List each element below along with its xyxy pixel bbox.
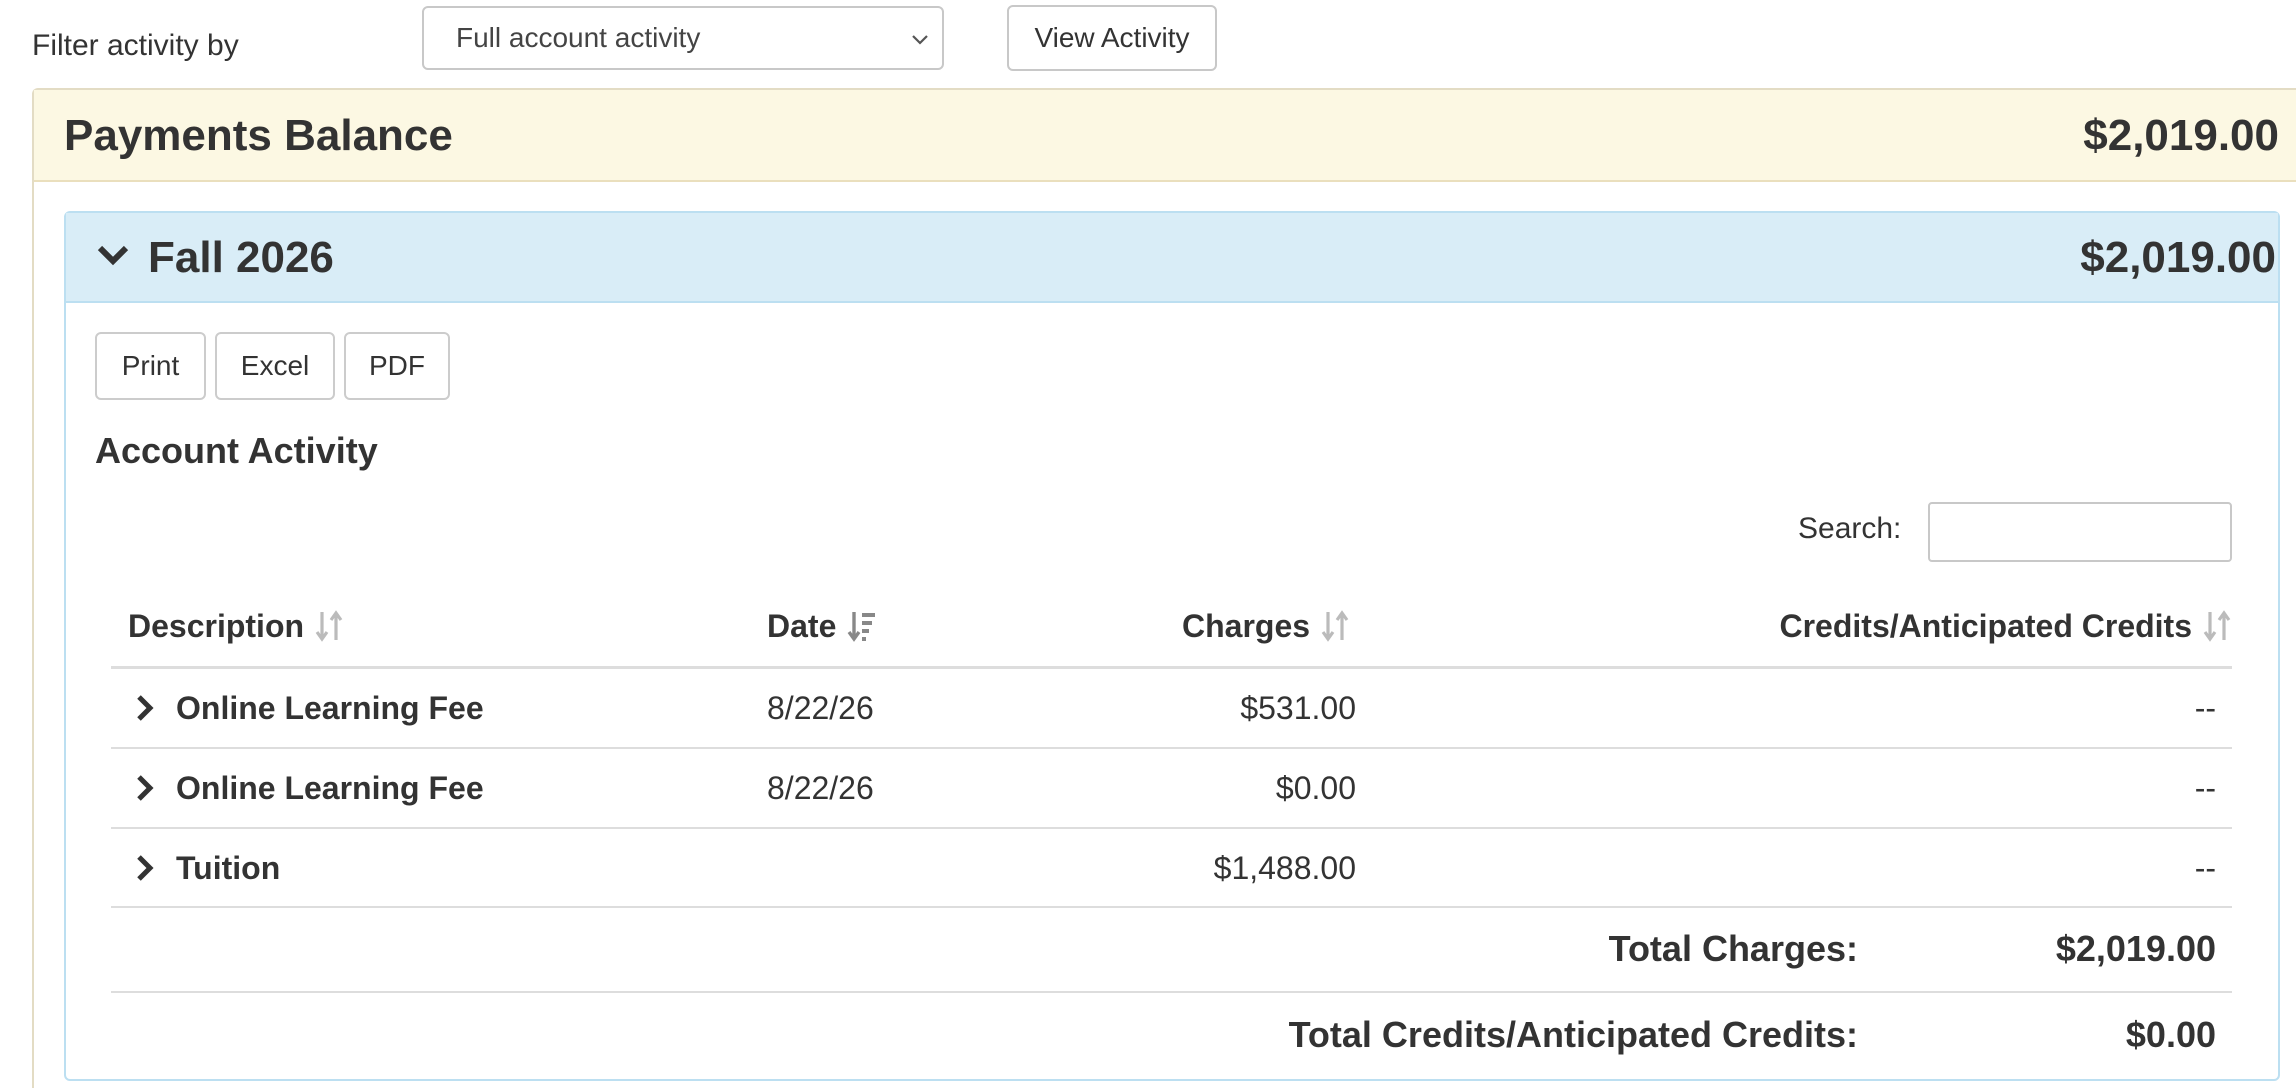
- total-credits-label: Total Credits/Anticipated Credits:: [1288, 1014, 1858, 1055]
- table-row-divider: [111, 827, 2232, 829]
- payments-balance-title: Payments Balance: [64, 111, 453, 160]
- activity-filter-selected-value: Full account activity: [456, 22, 701, 53]
- term-title[interactable]: Fall 2026: [148, 230, 334, 286]
- sort-descending-icon: [847, 612, 876, 642]
- column-header-date[interactable]: Date: [767, 606, 876, 646]
- total-charges-value: $2,019.00: [2055, 928, 2216, 969]
- table-row-description[interactable]: Online Learning Fee: [176, 688, 484, 728]
- chevron-right-icon[interactable]: [134, 853, 156, 883]
- sort-icon: [1321, 610, 1349, 642]
- table-row-credits: --: [2194, 770, 2216, 806]
- view-activity-button[interactable]: View Activity: [1007, 5, 1217, 71]
- table-row-credits: --: [2194, 850, 2216, 886]
- pdf-button[interactable]: PDF: [344, 332, 450, 400]
- table-row-divider: [111, 906, 2232, 908]
- activity-filter-select[interactable]: Full account activity: [422, 6, 944, 70]
- table-row-charges: $1,488.00: [1213, 850, 1356, 886]
- table-row-date: 8/22/26: [767, 690, 874, 726]
- table-row-credits: --: [2194, 690, 2216, 726]
- total-charges-label: Total Charges:: [1608, 928, 1858, 969]
- total-credits-value: $0.00: [2125, 1014, 2216, 1055]
- term-amount: $2,019.00: [2080, 233, 2276, 282]
- column-header-date-label: Date: [767, 608, 837, 644]
- totals-divider: [111, 991, 2232, 993]
- column-header-description-label: Description: [128, 608, 305, 644]
- sort-icon: [2203, 610, 2231, 642]
- chevron-down-icon[interactable]: [96, 244, 130, 268]
- table-row-divider: [111, 747, 2232, 749]
- table-row-charges: $0.00: [1275, 770, 1356, 806]
- sort-icon: [315, 610, 343, 642]
- filter-label: Filter activity by: [32, 29, 239, 62]
- chevron-right-icon[interactable]: [134, 773, 156, 803]
- column-header-description[interactable]: Description: [128, 606, 344, 646]
- excel-button[interactable]: Excel: [215, 332, 335, 400]
- column-header-charges-label: Charges: [1182, 608, 1311, 644]
- term-header[interactable]: [66, 213, 2278, 303]
- search-input[interactable]: [1928, 502, 2232, 562]
- chevron-right-icon[interactable]: [134, 693, 156, 723]
- table-row-description[interactable]: Tuition: [176, 848, 280, 888]
- column-header-charges[interactable]: Charges: [1182, 606, 1350, 646]
- table-header-divider: [111, 666, 2232, 669]
- column-header-credits-label: Credits/Anticipated Credits: [1779, 608, 2192, 644]
- chevron-down-icon: [912, 35, 928, 45]
- table-row-date: 8/22/26: [767, 770, 874, 806]
- payments-balance-amount: $2,019.00: [2083, 111, 2279, 160]
- account-activity-title: Account Activity: [95, 430, 378, 471]
- table-row-charges: $531.00: [1240, 690, 1356, 726]
- print-button[interactable]: Print: [95, 332, 206, 400]
- search-label: Search:: [1798, 512, 1902, 545]
- table-row-description[interactable]: Online Learning Fee: [176, 768, 484, 808]
- column-header-credits[interactable]: Credits/Anticipated Credits: [1779, 606, 2232, 646]
